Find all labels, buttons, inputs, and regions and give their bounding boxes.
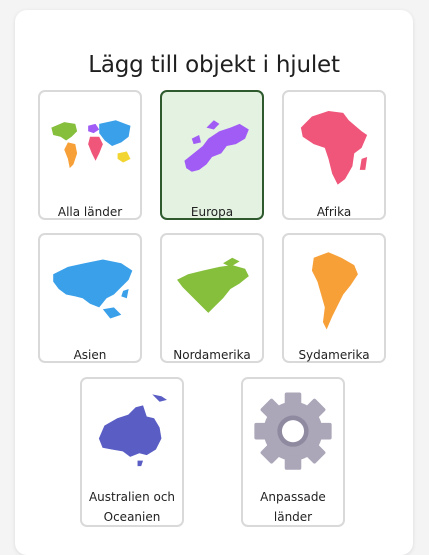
option-label: Sydamerika: [298, 348, 370, 362]
australia-map-icon: [98, 394, 167, 467]
option-custom-countries[interactable]: Anpassade länder: [241, 377, 345, 527]
option-north-america[interactable]: Nordamerika: [160, 233, 264, 363]
asia-map-icon: [53, 259, 133, 319]
dialog-title: Lägg till objekt i hjulet: [88, 52, 340, 78]
option-europe[interactable]: Europa: [160, 90, 264, 220]
option-label: Europa: [190, 205, 234, 219]
option-oceania[interactable]: Australien och Oceanien: [80, 377, 184, 527]
option-label: Alla länder: [57, 205, 123, 219]
south-america-map-icon: [311, 252, 358, 330]
option-label: Afrika: [316, 205, 352, 219]
north-america-map-icon: [177, 257, 249, 313]
option-africa[interactable]: Afrika: [282, 90, 386, 220]
africa-map-icon: [300, 111, 368, 185]
world-map-icon: [51, 120, 131, 169]
gear-icon: [254, 392, 332, 470]
option-south-america[interactable]: Sydamerika: [282, 233, 386, 363]
option-label: Anpassade länder: [260, 490, 326, 524]
option-label: Asien: [73, 348, 107, 362]
option-label: Nordamerika: [173, 348, 251, 362]
option-all-countries[interactable]: Alla länder: [38, 90, 142, 220]
option-asia[interactable]: Asien: [38, 233, 142, 363]
europe-map-icon: [184, 120, 249, 172]
option-label: Australien och Oceanien: [88, 490, 176, 524]
